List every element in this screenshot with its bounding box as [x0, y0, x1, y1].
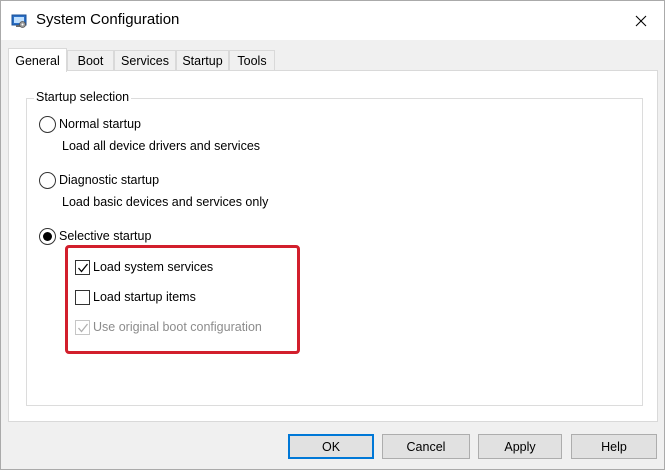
tab-label: Boot	[77, 54, 104, 68]
tab-label: Startup	[182, 54, 223, 68]
tab-tools[interactable]: Tools	[229, 50, 275, 71]
tab-label: Tools	[237, 54, 267, 68]
tab-boot[interactable]: Boot	[67, 50, 114, 71]
checkbox-disabled	[75, 319, 90, 335]
ok-button[interactable]: OK	[288, 434, 374, 459]
checkbox[interactable]	[75, 259, 90, 275]
radio-label: Normal startup	[59, 117, 141, 131]
tab-general[interactable]: General	[8, 48, 67, 72]
checkbox-label: Load startup items	[93, 290, 196, 304]
checkbox-label: Use original boot configuration	[93, 320, 262, 334]
diagnostic-startup-radio[interactable]: Diagnostic startup	[39, 171, 159, 189]
apply-button[interactable]: Apply	[478, 434, 562, 459]
tab-label: Services	[121, 54, 169, 68]
radio-label: Selective startup	[59, 229, 152, 243]
general-tab-panel: Startup selection Normal startup Load al…	[8, 70, 658, 422]
checkmark-icon	[78, 323, 89, 333]
window-title: System Configuration	[36, 11, 180, 28]
tab-strip: General Boot Services Startup Tools	[8, 48, 658, 72]
selective-startup-radio[interactable]: Selective startup	[39, 227, 151, 245]
group-legend: Startup selection	[34, 90, 132, 104]
close-button[interactable]	[618, 1, 664, 40]
diagnostic-startup-description: Load basic devices and services only	[62, 195, 269, 209]
tab-startup[interactable]: Startup	[176, 50, 229, 71]
checkmark-icon	[78, 263, 89, 273]
radio-button[interactable]	[39, 115, 56, 133]
radio-label: Diagnostic startup	[59, 173, 160, 187]
checkbox-label: Load system services	[93, 260, 214, 274]
system-configuration-window: System Configuration General Boot Servic…	[0, 0, 665, 470]
normal-startup-radio[interactable]: Normal startup	[39, 115, 141, 133]
checkbox[interactable]	[75, 289, 90, 305]
cancel-button[interactable]: Cancel	[382, 434, 470, 459]
title-bar: System Configuration	[1, 1, 664, 40]
startup-selection-group: Startup selection Normal startup Load al…	[26, 90, 643, 406]
radio-button[interactable]	[39, 171, 56, 189]
use-original-boot-configuration-checkbox: Use original boot configuration	[75, 318, 262, 336]
load-startup-items-checkbox[interactable]: Load startup items	[75, 288, 196, 306]
radio-button-selected[interactable]	[39, 227, 56, 245]
load-system-services-checkbox[interactable]: Load system services	[75, 258, 213, 276]
normal-startup-description: Load all device drivers and services	[62, 139, 261, 153]
msconfig-icon	[11, 13, 27, 29]
tab-label: General	[15, 53, 60, 68]
close-icon	[635, 15, 647, 26]
tab-services[interactable]: Services	[114, 50, 176, 71]
help-button[interactable]: Help	[571, 434, 657, 459]
